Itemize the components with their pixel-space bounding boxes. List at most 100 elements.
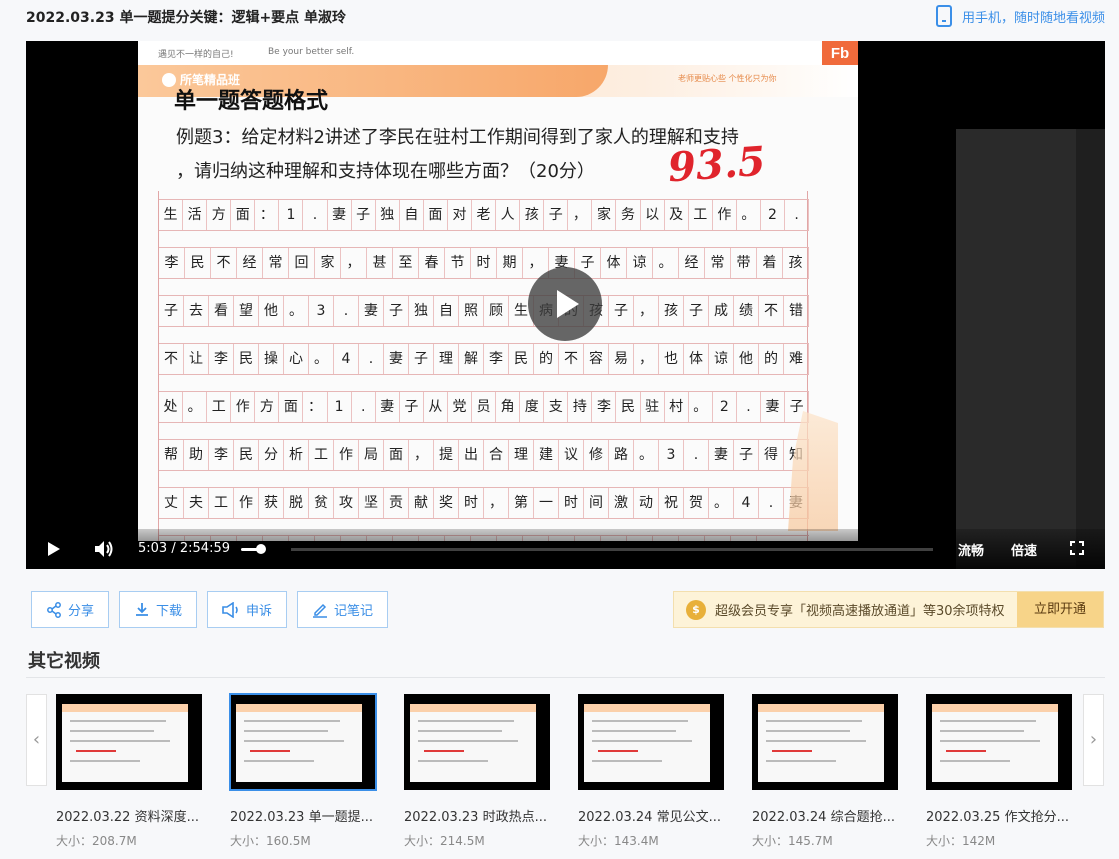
- chevron-left-icon: ‹: [32, 729, 41, 750]
- answer-cell: ，: [484, 488, 509, 518]
- thumbnail-red-mark: [424, 750, 464, 752]
- question-line-1: 例题3：给定材料2讲述了李民在驻村工作期间得到了家人的理解和支持: [176, 127, 739, 148]
- thumbnail-size: 大小：143.4M: [578, 834, 659, 848]
- answer-cell: 贫: [309, 488, 334, 518]
- answer-cell: 看: [209, 296, 234, 326]
- video-thumbnail-card[interactable]: 2022.03.24 常见公文... 大小：143.4M: [578, 694, 724, 848]
- answer-cell: 。: [309, 344, 334, 374]
- video-thumbnail-card[interactable]: 2022.03.25 作文抢分... 大小：142M: [926, 694, 1072, 848]
- answer-cell: 妻: [328, 200, 352, 230]
- video-thumbnail-card[interactable]: 2022.03.23 时政热点... 大小：214.5M: [404, 694, 550, 848]
- answer-cell: 坚: [359, 488, 384, 518]
- thumbnail-line: [592, 730, 676, 732]
- thumbnail-image[interactable]: [752, 694, 898, 790]
- thumbnail-caption[interactable]: 2022.03.23 单一题提...: [230, 806, 376, 825]
- vip-activate-button[interactable]: 立即开通: [1017, 592, 1103, 627]
- answer-cell: 员: [472, 392, 497, 422]
- video-thumbnail-card[interactable]: 2022.03.22 资料深度... 大小：208.7M: [56, 694, 202, 848]
- answer-cell: 经: [679, 248, 705, 278]
- notes-button[interactable]: 记笔记: [297, 591, 389, 628]
- thumbnail-caption[interactable]: 2022.03.24 常见公文...: [578, 806, 724, 825]
- answer-cell: 谅: [709, 344, 734, 374]
- volume-slider-knob[interactable]: [256, 544, 266, 554]
- report-label: 申诉: [246, 604, 273, 619]
- answer-cell: 务: [616, 200, 641, 230]
- answer-cell: .: [684, 440, 709, 470]
- answer-cell: 绩: [734, 296, 759, 326]
- other-videos-title: 其它视频: [28, 651, 100, 672]
- answer-cell: 自: [400, 200, 424, 230]
- report-button[interactable]: 申诉: [207, 591, 288, 628]
- answer-cell: 工: [209, 488, 234, 518]
- video-thumbnail-card[interactable]: 2022.03.23 单一题提... 大小：160.5M: [229, 693, 377, 848]
- thumbnail-page: [62, 704, 188, 782]
- banner-slogan: 老师更贴心些 个性化只为你: [678, 74, 777, 83]
- thumbnail-image[interactable]: [404, 694, 550, 790]
- fullscreen-icon[interactable]: [1070, 541, 1084, 555]
- answer-cell: 出: [459, 440, 484, 470]
- thumbnail-line: [244, 730, 328, 732]
- download-button[interactable]: 下载: [119, 591, 198, 628]
- thumbnail-image[interactable]: [229, 693, 377, 791]
- answer-cell: 解: [459, 344, 484, 374]
- answer-cell: 容: [584, 344, 609, 374]
- answer-cell: ：: [255, 200, 280, 230]
- answer-cell: 人: [496, 200, 521, 230]
- answer-cell: .: [785, 200, 810, 230]
- share-button[interactable]: 分享: [31, 591, 110, 628]
- answer-cell: 妻: [709, 440, 734, 470]
- answer-cell: 他: [259, 296, 284, 326]
- carousel-next-button[interactable]: ›: [1083, 694, 1104, 786]
- chevron-right-icon: ›: [1089, 729, 1098, 750]
- thumbnail-caption[interactable]: 2022.03.23 时政热点...: [404, 806, 550, 825]
- question-line-2: ，请归纳这种理解和支持体现在哪些方面？（20分）: [176, 161, 595, 182]
- progress-bar[interactable]: [291, 548, 933, 551]
- answer-cell: 妻: [376, 392, 400, 422]
- thumbnail-caption[interactable]: 2022.03.25 作文抢分...: [926, 806, 1072, 825]
- answer-cell: 工: [309, 440, 334, 470]
- answer-cell: 时: [459, 488, 484, 518]
- answer-cell: 理: [509, 440, 534, 470]
- carousel-prev-button[interactable]: ‹: [26, 694, 47, 786]
- thumbnail-line: [70, 720, 166, 722]
- answer-cell: 着: [757, 248, 783, 278]
- answer-cell: 民: [234, 440, 259, 470]
- vip-promo-text: 超级会员专享「视频高速播放通道」等30余项特权: [715, 604, 1005, 619]
- answer-cell: 。: [183, 392, 208, 422]
- handwritten-score: 93.5: [666, 137, 767, 192]
- answer-cell: 的: [534, 344, 559, 374]
- answer-cell: 错: [784, 296, 809, 326]
- thumbnail-header: [236, 704, 362, 712]
- thumbnail-page: [758, 704, 884, 782]
- thumbnail-image[interactable]: [926, 694, 1072, 790]
- answer-cell: 妻: [359, 296, 384, 326]
- action-buttons: 分享 下载 申诉 记笔记: [31, 591, 389, 628]
- answer-cell: 子: [159, 296, 184, 326]
- video-thumbnail-card[interactable]: 2022.03.24 综合题抢... 大小：145.7M: [752, 694, 898, 848]
- thumbnail-caption[interactable]: 2022.03.24 综合题抢...: [752, 806, 898, 825]
- download-label: 下载: [156, 604, 183, 619]
- mobile-watch-link[interactable]: 用手机，随时随地看视频: [935, 5, 1105, 27]
- big-play-button[interactable]: [528, 267, 602, 341]
- thumbnail-header: [758, 704, 884, 712]
- quality-button[interactable]: 流畅: [958, 540, 984, 559]
- answer-cell: 节: [445, 248, 471, 278]
- thumbnail-image[interactable]: [56, 694, 202, 790]
- thumbnail-caption[interactable]: 2022.03.22 资料深度...: [56, 806, 202, 825]
- answer-cell: 攻: [334, 488, 359, 518]
- thumbnail-image[interactable]: [578, 694, 724, 790]
- answer-row: 帮助李民分析工作局面，提出合理建议修路。3.妻子得知: [159, 439, 809, 471]
- mobile-watch-label: 用手机，随时随地看视频: [961, 10, 1105, 26]
- answer-cell: 回: [289, 248, 315, 278]
- answer-row: 不让李民操心。 4. 妻子理解李民的不容易，也体谅他的难: [159, 343, 809, 375]
- playback-rate-button[interactable]: 倍速: [1011, 540, 1037, 559]
- volume-icon[interactable]: [94, 540, 116, 558]
- video-player[interactable]: 遇见不一样的自己! Be your better self. Fb 所笔精品班 …: [26, 41, 1105, 569]
- answer-cell: 方: [255, 392, 280, 422]
- thumbnail-page: [584, 704, 710, 782]
- thumbnail-size: 大小：145.7M: [752, 834, 833, 848]
- play-pause-icon[interactable]: [48, 542, 60, 556]
- current-time: 5:03: [138, 541, 168, 556]
- answer-cell: 帮: [159, 440, 184, 470]
- answer-cell: 祝: [659, 488, 684, 518]
